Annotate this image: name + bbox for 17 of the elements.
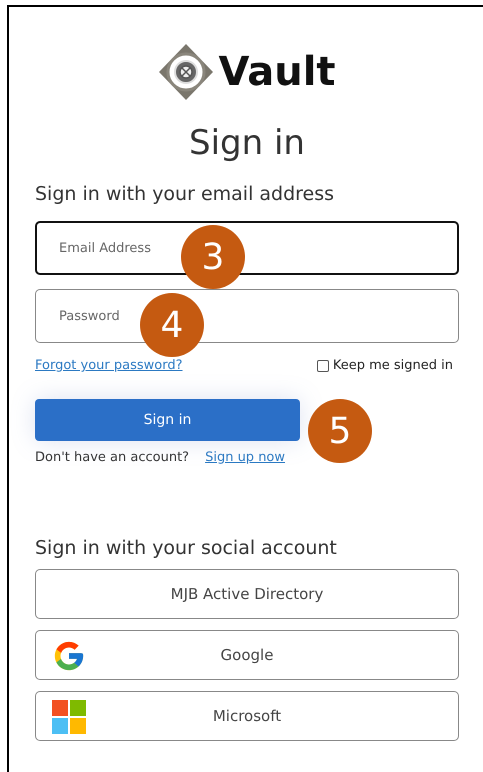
- signup-prompt: Don't have an account?: [35, 450, 190, 465]
- logo-text: Vault: [218, 49, 336, 95]
- sign-up-link[interactable]: Sign up now: [205, 450, 286, 465]
- forgot-password-link[interactable]: Forgot your password?: [35, 358, 183, 373]
- section-heading: Sign in with your social account: [35, 537, 338, 559]
- social-sign-in-button[interactable]: MJB Active Directory: [35, 569, 459, 619]
- vault-dial-logo-icon: [158, 43, 214, 101]
- sign-in-button[interactable]: Sign in: [35, 399, 300, 441]
- number-callout: 5: [308, 399, 372, 463]
- social-sign-in-button[interactable]: Microsoft: [35, 691, 459, 741]
- social-sign-in-button[interactable]: Google: [35, 630, 459, 680]
- four-squares-icon: [52, 700, 86, 734]
- google-g-icon: [52, 639, 86, 673]
- checkbox-label: Keep me signed in: [332, 358, 453, 373]
- section-heading: Sign in with your email address: [35, 183, 336, 205]
- page-title: Sign in: [188, 123, 306, 163]
- checkbox[interactable]: [316, 360, 329, 372]
